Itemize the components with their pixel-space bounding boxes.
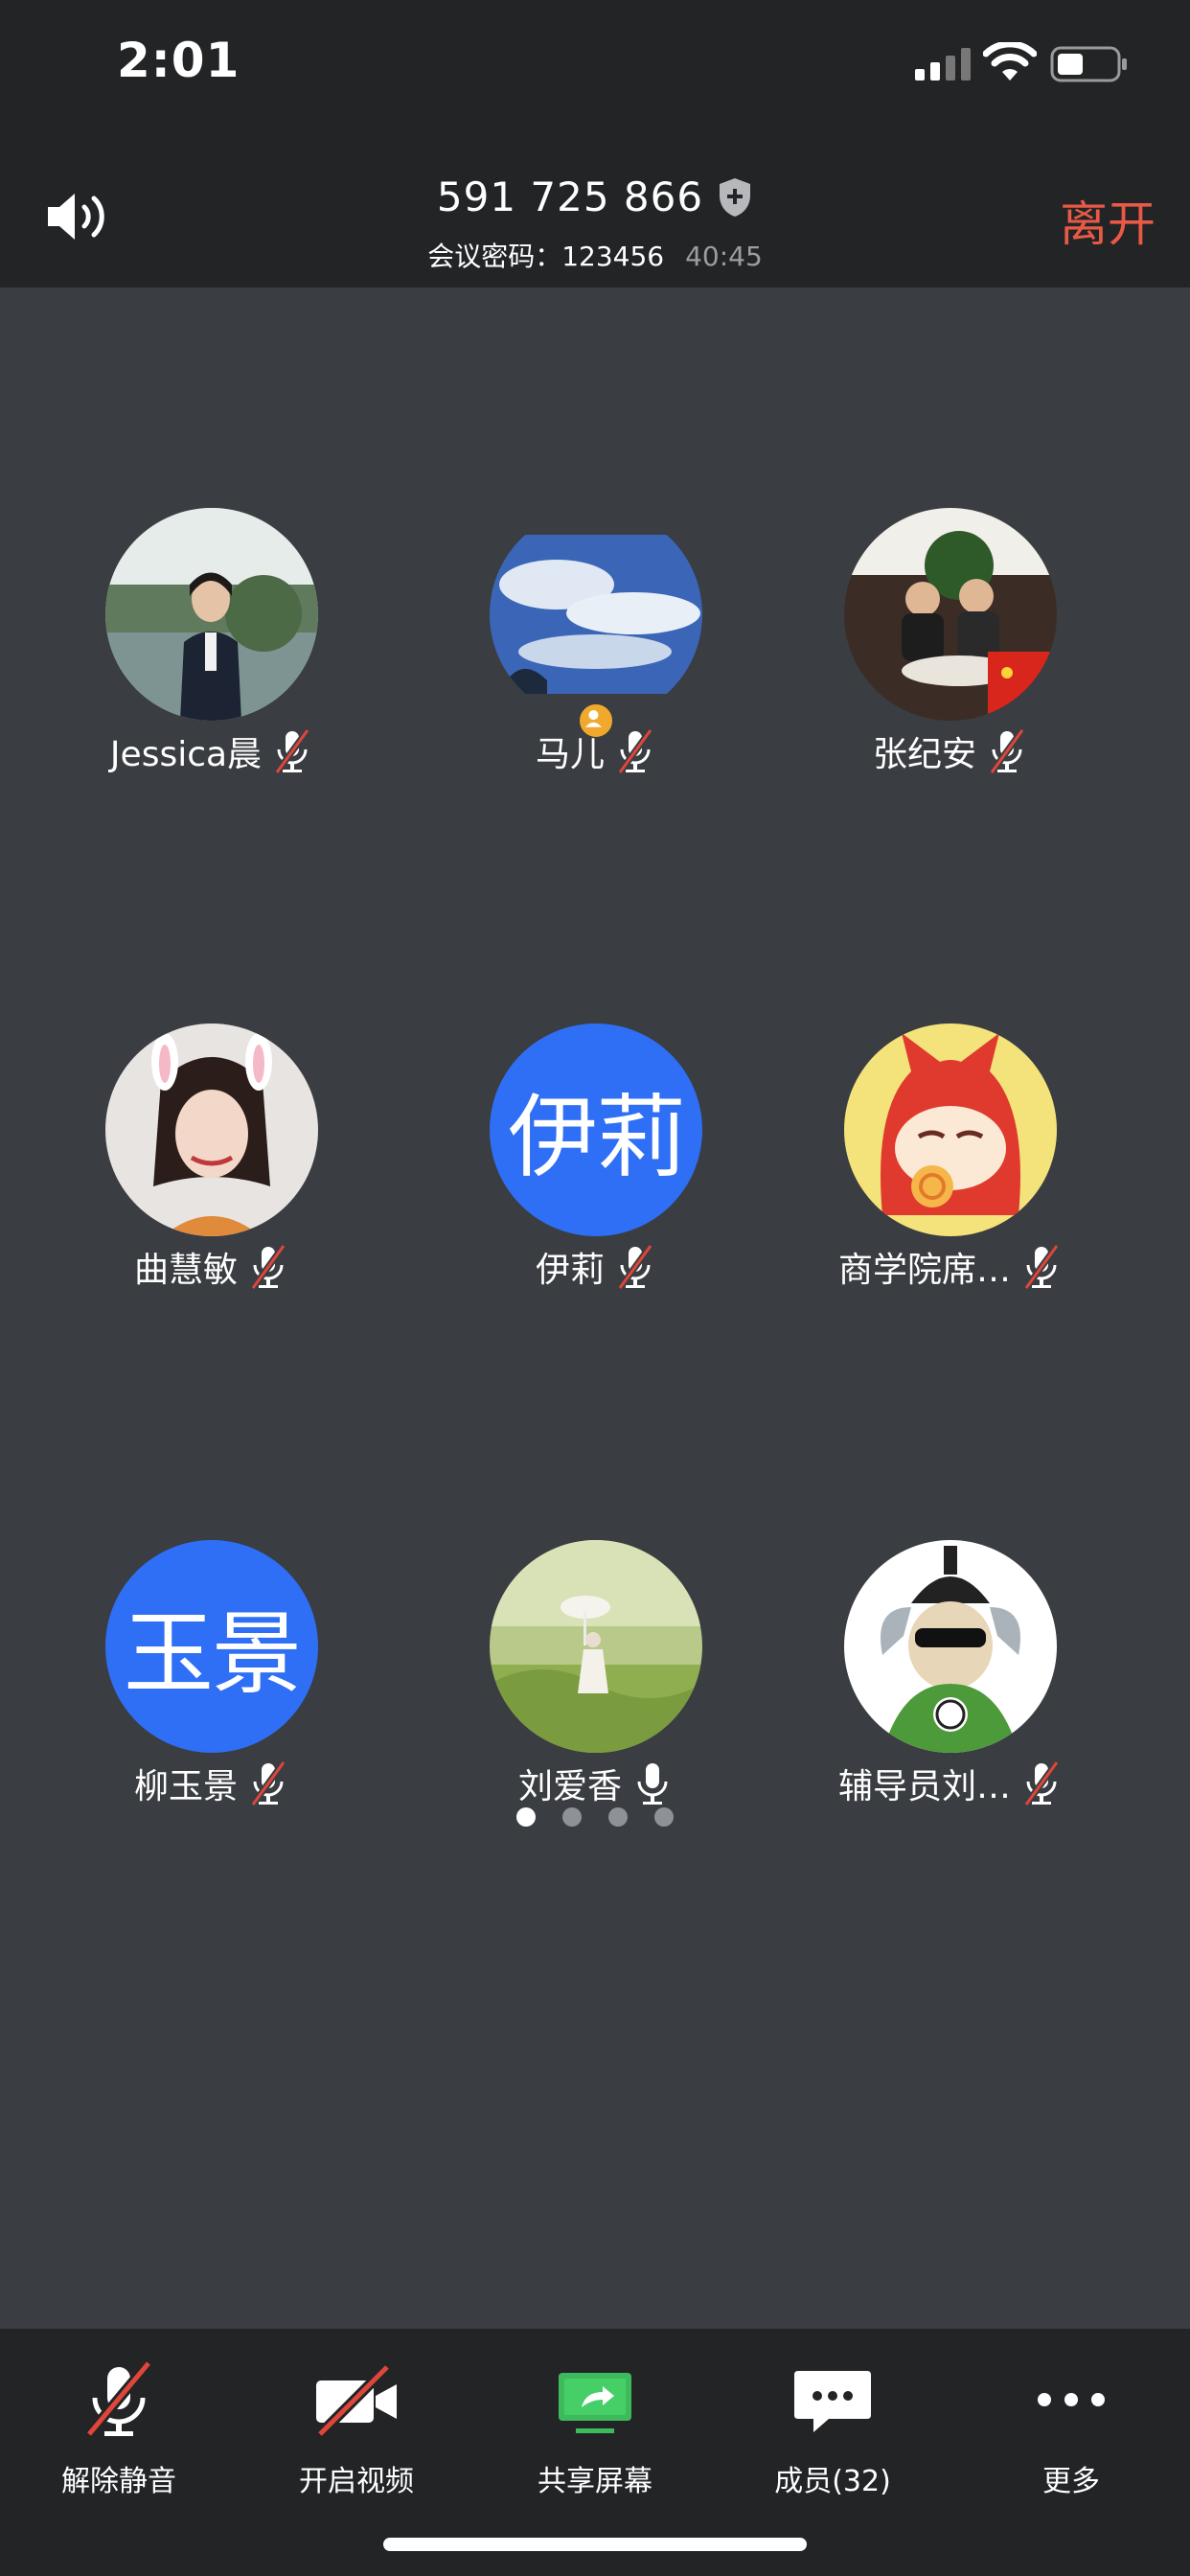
share-screen-label: 共享屏幕 [538,2465,652,2498]
participant-tile[interactable]: Jessica晨 [29,508,393,795]
avatar [105,1024,318,1236]
leave-button[interactable]: 离开 [1060,186,1156,255]
participant-name-row: 张纪安 [767,726,1132,776]
participant-name-row: 辅导员刘… [767,1759,1132,1808]
avatar [844,1024,1057,1236]
participant-name-row: Jessica晨 [29,726,393,776]
participant-name: 刘爱香 [517,1767,622,1806]
start-video-label: 开启视频 [299,2465,414,2498]
unmute-label: 解除静音 [61,2465,176,2498]
wifi-icon [983,42,1037,80]
home-indicator[interactable] [383,2538,807,2551]
mic-muted-icon [1023,1760,1060,1806]
members-label: 成员(32) [774,2465,891,2498]
mic-muted-icon [1023,1244,1060,1290]
avatar-photo [844,508,1057,721]
participant-name-row: 伊莉 [413,1242,777,1292]
participant-tile[interactable]: 刘爱香 [413,1540,777,1828]
page-dot-1[interactable] [516,1807,536,1827]
avatar-photo [105,508,318,721]
avatar-photo [490,1540,702,1753]
page-dot-4[interactable] [654,1807,674,1827]
mic-muted-icon [274,728,310,774]
avatar-photo [844,1540,1057,1753]
chat-bubble-icon [794,2371,871,2432]
participant-name: 柳玉景 [133,1767,238,1806]
mic-muted-icon [250,1760,286,1806]
share-screen-icon [559,2373,631,2433]
participant-name-row: 刘爱香 [413,1759,777,1808]
unmute-button[interactable]: 解除静音 [0,2358,238,2501]
battery-icon [1050,46,1127,82]
participant-name: 张纪安 [872,735,976,774]
mic-muted-icon [617,728,653,774]
participant-name-row: 柳玉景 [29,1759,393,1808]
mic-muted-icon [989,728,1025,774]
meeting-header: 591 725 866 会议密码：123456 40:45 离开 [0,144,1190,288]
avatar-photo [844,1024,1057,1236]
avatar [844,508,1057,721]
avatar [490,1540,702,1753]
participant-tile[interactable]: 马儿 [413,508,777,795]
avatar [105,508,318,721]
share-screen-button[interactable]: 共享屏幕 [476,2358,714,2501]
participant-name: 辅导员刘… [837,1767,1011,1806]
more-button[interactable]: 更多 [952,2358,1190,2501]
participant-tile[interactable]: 商学院席… [767,1024,1132,1311]
avatar-photo [490,508,702,721]
page-dot-3[interactable] [608,1807,628,1827]
page-indicator[interactable] [0,1807,1190,1830]
participant-tile[interactable]: 玉景 柳玉景 [29,1540,393,1828]
status-time: 2:01 [117,33,240,88]
participant-name: 马儿 [535,735,605,774]
participant-name: 曲慧敏 [133,1251,238,1290]
mic-muted-icon [84,2359,153,2438]
cell-signal-icon [915,48,971,80]
mic-muted-icon [617,1244,653,1290]
meeting-subtitle: 会议密码：123456 40:45 [0,236,1190,274]
more-dots-icon [1038,2393,1105,2406]
page-dot-2[interactable] [562,1807,582,1827]
participant-name: 商学院席… [837,1251,1011,1290]
shield-icon[interactable] [717,176,753,218]
more-label: 更多 [1042,2465,1100,2498]
participant-tile[interactable]: 张纪安 [767,508,1132,795]
participant-tile[interactable]: 辅导员刘… [767,1540,1132,1828]
avatar [490,508,702,721]
avatar-initials: 伊莉 [490,1024,702,1236]
start-video-button[interactable]: 开启视频 [238,2358,475,2501]
participant-name: 伊莉 [535,1251,605,1290]
avatar-photo [105,1024,318,1236]
meeting-duration: 40:45 [685,241,763,272]
members-button[interactable]: 成员(32) [714,2358,951,2501]
participant-name-row: 商学院席… [767,1242,1132,1292]
video-off-icon [316,2363,397,2438]
meeting-password: 会议密码：123456 [427,241,665,272]
participant-grid: Jessica晨 马儿 张纪安 曲慧敏 伊莉 伊莉 商学院席… 玉景 柳玉景 刘… [0,288,1190,2329]
meeting-id: 591 725 866 [0,171,1190,220]
meeting-id-text: 591 725 866 [436,173,704,220]
participant-name: Jessica晨 [109,735,263,774]
avatar [844,1540,1057,1753]
status-bar: 2:01 [0,0,1190,144]
mic-icon [637,1763,668,1805]
mic-muted-icon [250,1244,286,1290]
participant-name-row: 曲慧敏 [29,1242,393,1292]
participant-tile[interactable]: 伊莉 伊莉 [413,1024,777,1311]
participant-name-row: 马儿 [413,726,777,776]
avatar-initials: 玉景 [105,1540,318,1753]
participant-tile[interactable]: 曲慧敏 [29,1024,393,1311]
